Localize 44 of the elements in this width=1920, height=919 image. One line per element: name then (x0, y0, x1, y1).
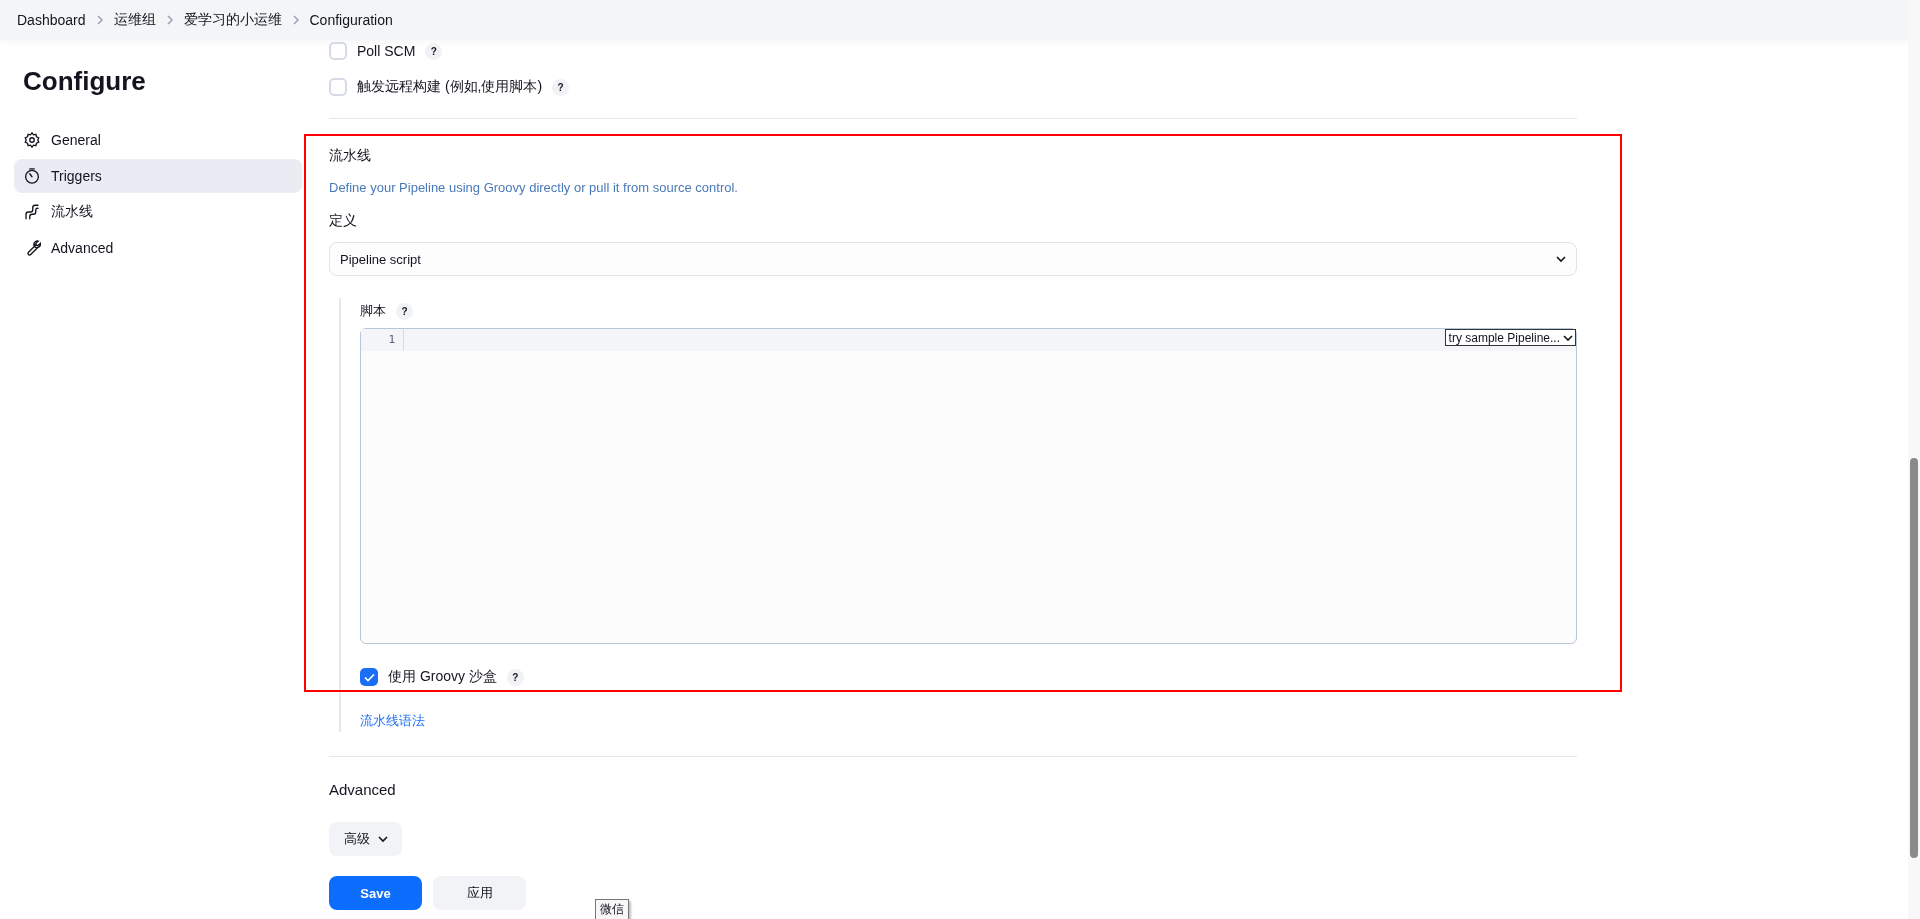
check-icon (363, 672, 375, 682)
save-button[interactable]: Save (329, 876, 422, 910)
section-title: 流水线 (329, 147, 372, 165)
field-label: 定义 (329, 212, 358, 230)
breadcrumb-link[interactable]: 爱学习的小运维 (183, 11, 282, 29)
advanced-button[interactable]: 高级 (329, 822, 402, 856)
scrollbar[interactable] (1908, 0, 1920, 919)
pipeline-icon (23, 203, 41, 221)
help-icon[interactable]: ? (425, 42, 443, 60)
chevron-right-icon (165, 14, 174, 26)
breadcrumb-link[interactable]: 运维组 (113, 11, 156, 29)
checkbox-label: 使用 Groovy 沙盒 (388, 668, 497, 686)
section-description: Define your Pipeline using Groovy directly or pull it from source control. (329, 180, 739, 195)
chevron-down-icon (377, 835, 388, 843)
sidebar-item[interactable]: 流水线 (14, 195, 302, 229)
help-icon[interactable]: ? (506, 668, 524, 686)
chevron-down-icon (1556, 255, 1566, 263)
checkbox[interactable] (360, 668, 378, 686)
line-number: 1 (361, 329, 404, 351)
checkbox[interactable] (329, 42, 347, 60)
chevron-right-icon (95, 14, 104, 26)
code-editor[interactable]: 1 try sample Pipeline... (360, 328, 1577, 644)
sidebar-item[interactable]: General (14, 123, 302, 157)
field-label: 脚本 (360, 302, 386, 320)
syntax-link[interactable]: 流水线语法 (360, 712, 425, 730)
definition-select[interactable]: Pipeline script (329, 242, 1577, 276)
checkbox[interactable] (329, 78, 347, 96)
checkbox-label: Poll SCM (357, 43, 416, 59)
sample-select[interactable]: try sample Pipeline... (1444, 329, 1576, 346)
sidebar-item[interactable]: Advanced (14, 231, 302, 265)
breadcrumb-link[interactable]: Configuration (309, 12, 393, 28)
breadcrumb-link[interactable]: Dashboard (17, 12, 86, 28)
chevron-right-icon (291, 14, 300, 26)
apply-button[interactable]: 应用 (433, 876, 526, 910)
settings-icon (23, 131, 41, 149)
page-title: Configure (23, 66, 147, 97)
help-icon[interactable]: ? (396, 302, 413, 320)
sidebar-item[interactable]: Triggers (14, 159, 302, 193)
chevron-down-icon (1563, 333, 1573, 342)
timer-icon (23, 167, 41, 185)
section-title: Advanced (329, 781, 397, 798)
help-icon[interactable]: ? (552, 78, 570, 96)
checkbox-label: 触发远程构建 (例如,使用脚本) (357, 78, 543, 96)
tooltip: 微信 (595, 899, 629, 919)
